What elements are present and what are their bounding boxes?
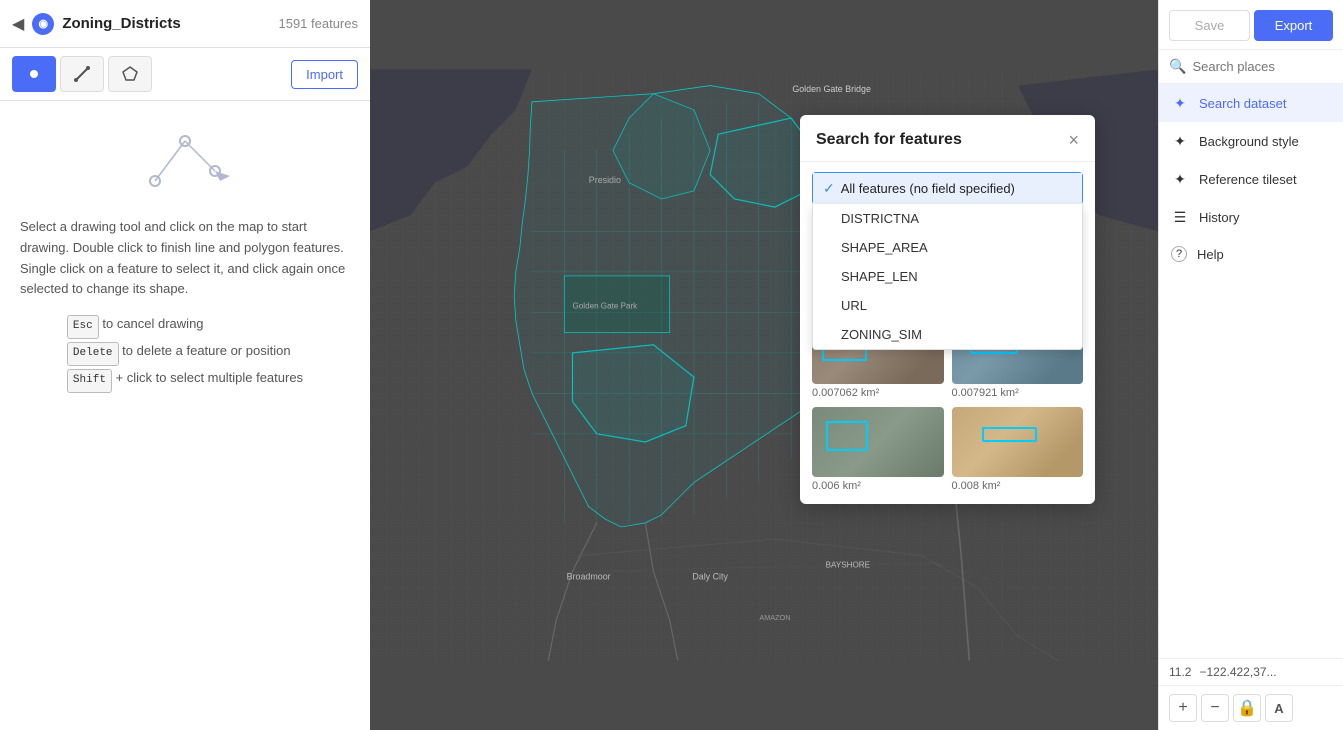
logo-icon: ◉ (32, 13, 54, 35)
result-size-4: 0.007921 km² (952, 387, 1084, 399)
history-menu-item[interactable]: ☰ History (1159, 198, 1343, 236)
search-places-icon: 🔍 (1169, 58, 1186, 75)
dropdown-item-url[interactable]: URL (813, 291, 1082, 320)
bayshore-label: BAYSHORE (826, 560, 871, 569)
history-icon: ☰ (1171, 208, 1189, 226)
help-menu-item[interactable]: ? Help (1159, 236, 1343, 272)
field-dropdown-container: ✓ All features (no field specified) DIST… (800, 162, 1095, 213)
search-dataset-label: Search dataset (1199, 96, 1286, 111)
result-card-5[interactable]: 0.006 km² (812, 407, 944, 492)
daly-city-label: Daly City (692, 572, 728, 582)
help-label: Help (1197, 247, 1224, 262)
feature-outline-6 (982, 427, 1037, 442)
right-panel: Save Export 🔍 ✦ Search dataset ✦ Backgro… (1158, 0, 1343, 730)
dropdown-selected-label: All features (no field specified) (841, 181, 1015, 196)
map-area[interactable]: Golden Gate Bridge Presidio Golden Gate … (370, 0, 1158, 730)
reference-tileset-menu-item[interactable]: ✦ Reference tileset (1159, 160, 1343, 198)
dropdown-item-districtna[interactable]: DISTRICTNA (813, 204, 1082, 233)
key-instructions: Esc to cancel drawing Delete to delete a… (67, 312, 303, 392)
point-tool-button[interactable] (12, 56, 56, 92)
save-button[interactable]: Save (1169, 10, 1250, 41)
zoom-in-button[interactable]: + (1169, 694, 1197, 722)
result-size-6: 0.008 km² (952, 480, 1084, 492)
coords-bar: 11.2 −122.422,37... (1159, 658, 1343, 686)
point-icon (26, 66, 42, 82)
reference-tileset-label: Reference tileset (1199, 172, 1297, 187)
search-dataset-menu-item[interactable]: ✦ Search dataset (1159, 84, 1343, 122)
amazon-label: AMAZON (759, 613, 790, 622)
coordinates: −122.422,37... (1199, 665, 1276, 679)
dropdown-item-zoning-sim[interactable]: ZONING_SIM (813, 320, 1082, 349)
search-panel-title: Search for features (816, 131, 962, 149)
check-icon: ✓ (823, 180, 835, 197)
help-icon: ? (1171, 246, 1187, 262)
zoom-controls: + − 🔒 A (1159, 686, 1343, 730)
result-thumb-5 (812, 407, 944, 477)
feature-outline-5 (826, 421, 868, 451)
right-actions: Save Export (1159, 0, 1343, 50)
zoom-out-button[interactable]: − (1201, 694, 1229, 722)
result-thumb-6 (952, 407, 1084, 477)
history-label: History (1199, 210, 1239, 225)
back-button[interactable]: ◀ (12, 14, 24, 34)
field-dropdown[interactable]: ✓ All features (no field specified) DIST… (812, 172, 1083, 205)
line-tool-button[interactable] (60, 56, 104, 92)
dropdown-list: DISTRICTNA SHAPE_AREA SHAPE_LEN URL ZONI… (812, 204, 1083, 350)
accessibility-button[interactable]: A (1265, 694, 1293, 722)
feature-count: 1591 features (278, 16, 358, 31)
golden-gate-park-label: Golden Gate Park (573, 301, 639, 310)
shift-key: Shift (67, 369, 112, 393)
polygon-tool-button[interactable] (108, 56, 152, 92)
search-panel-header: Search for features × (800, 115, 1095, 162)
export-button[interactable]: Export (1254, 10, 1333, 41)
delete-key: Delete (67, 342, 119, 366)
search-places-row: 🔍 (1159, 50, 1343, 84)
background-style-label: Background style (1199, 134, 1299, 149)
dropdown-item-shape-area[interactable]: SHAPE_AREA (813, 233, 1082, 262)
zoom-level: 11.2 (1169, 665, 1191, 679)
drawing-area: Select a drawing tool and click on the m… (0, 101, 370, 730)
esc-key: Esc (67, 315, 99, 339)
drawing-illustration (135, 121, 235, 201)
dropdown-selected-item[interactable]: ✓ All features (no field specified) (813, 173, 1082, 204)
background-style-menu-item[interactable]: ✦ Background style (1159, 122, 1343, 160)
reference-tileset-icon: ✦ (1171, 170, 1189, 188)
golden-gate-label: Golden Gate Bridge (792, 84, 871, 94)
broadmoor-label: Broadmoor (567, 572, 611, 582)
import-button[interactable]: Import (291, 60, 358, 89)
drawing-instructions: Select a drawing tool and click on the m… (20, 217, 350, 300)
toolbar: Import (0, 48, 370, 101)
result-size-5: 0.006 km² (812, 480, 944, 492)
dropdown-item-shape-len[interactable]: SHAPE_LEN (813, 262, 1082, 291)
line-icon (74, 66, 90, 82)
dataset-title: Zoning_Districts (62, 15, 270, 32)
lock-button[interactable]: 🔒 (1233, 694, 1261, 722)
search-places-input[interactable] (1192, 59, 1343, 74)
presidio-label: Presidio (589, 175, 621, 185)
search-dataset-icon: ✦ (1171, 94, 1189, 112)
polygon-icon (122, 66, 138, 82)
result-size-3: 0.007062 km² (812, 387, 944, 399)
search-for-features-panel: Search for features × ✓ All features (no… (800, 115, 1095, 504)
header: ◀ ◉ Zoning_Districts 1591 features (0, 0, 370, 48)
result-card-6[interactable]: 0.008 km² (952, 407, 1084, 492)
sidebar: ◀ ◉ Zoning_Districts 1591 features Impor… (0, 0, 370, 730)
background-style-icon: ✦ (1171, 132, 1189, 150)
search-panel-close-button[interactable]: × (1068, 131, 1079, 149)
